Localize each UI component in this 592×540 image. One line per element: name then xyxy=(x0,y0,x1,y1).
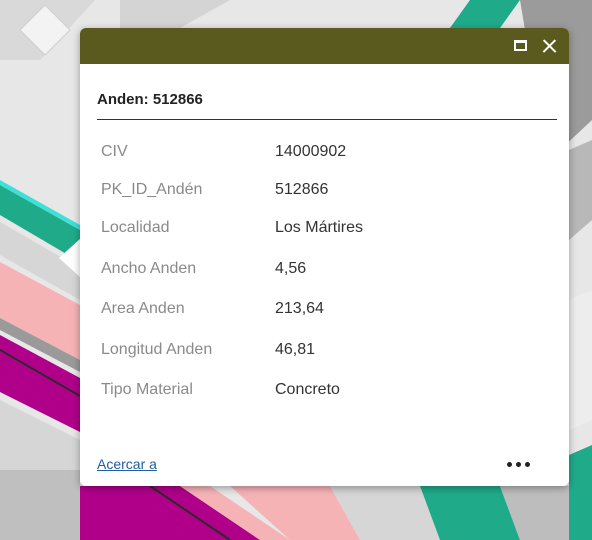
attribute-row-ancho: Ancho Anden 4,56 xyxy=(80,260,569,284)
popup-title: Anden: 512866 xyxy=(97,91,203,108)
attribute-row-area: Area Anden 213,64 xyxy=(80,300,569,324)
attribute-label: Localidad xyxy=(101,219,170,236)
popup-titlebar xyxy=(80,28,569,64)
attribute-row-longitud: Longitud Anden 46,81 xyxy=(80,341,569,365)
feature-popup: Anden: 512866 CIV 14000902 PK_ID_Andén 5… xyxy=(80,28,569,486)
popup-pointer xyxy=(59,238,81,278)
attribute-value: 14000902 xyxy=(275,143,347,160)
attribute-value: 213,64 xyxy=(275,300,324,317)
attribute-label: CIV xyxy=(101,143,128,160)
attribute-label: Tipo Material xyxy=(101,381,193,398)
zoom-to-link[interactable]: Acercar a xyxy=(97,456,157,472)
attribute-value: Los Mártires xyxy=(275,219,364,236)
maximize-icon[interactable] xyxy=(510,35,532,57)
attribute-value: 512866 xyxy=(275,181,329,198)
attribute-row-pk-id: PK_ID_Andén 512866 xyxy=(80,181,569,205)
attribute-label: Longitud Anden xyxy=(101,341,213,358)
attribute-value: 4,56 xyxy=(275,260,307,277)
more-options-icon[interactable] xyxy=(504,454,534,474)
attribute-row-localidad: Localidad Los Mártires xyxy=(80,219,569,243)
attribute-label: Area Anden xyxy=(101,300,185,317)
close-icon[interactable] xyxy=(539,35,561,57)
attribute-row-tipo-material: Tipo Material Concreto xyxy=(80,381,569,405)
attribute-value: Concreto xyxy=(275,381,340,398)
title-divider xyxy=(97,119,557,120)
attribute-row-civ: CIV 14000902 xyxy=(80,143,569,167)
attribute-value: 46,81 xyxy=(275,341,316,358)
attribute-label: PK_ID_Andén xyxy=(101,181,203,198)
attribute-label: Ancho Anden xyxy=(101,260,197,277)
